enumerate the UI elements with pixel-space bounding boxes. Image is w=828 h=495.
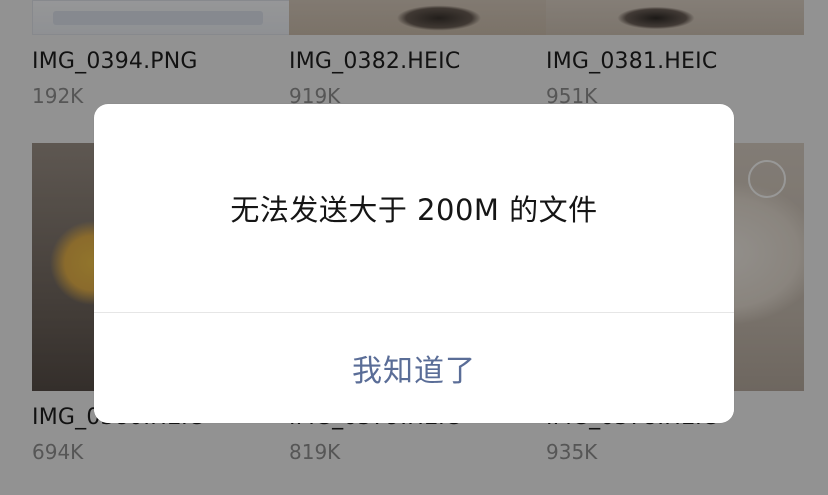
alert-dialog: 无法发送大于 200M 的文件 我知道了: [94, 104, 734, 423]
alert-message: 无法发送大于 200M 的文件: [230, 193, 598, 227]
confirm-button[interactable]: 我知道了: [94, 313, 734, 423]
